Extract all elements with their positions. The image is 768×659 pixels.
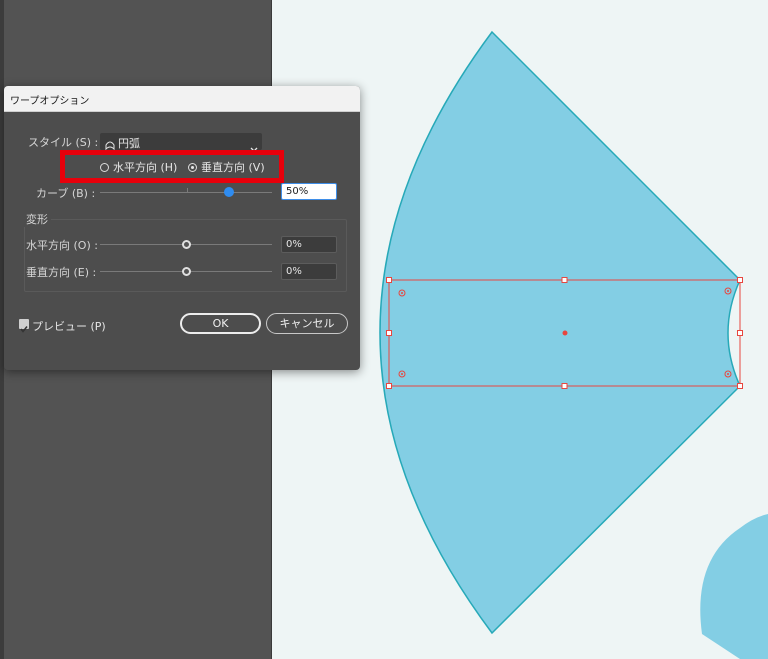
warp-options-dialog: ワープオプション スタイル (S) : 円弧 水平方向 (H) 垂直方向 (V)… bbox=[4, 86, 360, 370]
handle-top-left bbox=[386, 277, 392, 283]
checkmark-icon bbox=[20, 326, 28, 333]
bend-slider-track[interactable] bbox=[100, 192, 272, 193]
distortion-vertical-label: 垂直方向 (E) : bbox=[26, 266, 97, 279]
bend-slider-center-tick bbox=[187, 188, 188, 193]
handle-bottom-center bbox=[561, 383, 568, 389]
center-point bbox=[562, 330, 568, 336]
distortion-horizontal-input[interactable]: 0% bbox=[281, 236, 337, 253]
distortion-horizontal-label: 水平方向 (O) : bbox=[26, 239, 98, 252]
distortion-group bbox=[24, 219, 347, 292]
distortion-vertical-input[interactable]: 0% bbox=[281, 263, 337, 280]
handle-middle-left bbox=[386, 330, 392, 336]
ok-button[interactable]: OK bbox=[180, 313, 261, 334]
partial-circle-shape[interactable] bbox=[700, 514, 768, 659]
bend-value-input[interactable]: 50% bbox=[281, 183, 337, 200]
cancel-button[interactable]: キャンセル bbox=[266, 313, 348, 334]
preview-label: プレビュー (P) bbox=[32, 320, 106, 333]
warped-fan-shape[interactable] bbox=[379, 30, 741, 635]
dialog-title: ワープオプション bbox=[10, 96, 90, 107]
preview-checkbox[interactable] bbox=[19, 319, 29, 333]
distortion-vertical-knob[interactable] bbox=[181, 267, 191, 276]
bend-label: カーブ (B) : bbox=[36, 187, 96, 200]
style-dropdown[interactable]: 円弧 bbox=[100, 133, 262, 152]
handle-top-center bbox=[561, 277, 568, 283]
dialog-titlebar[interactable]: ワープオプション bbox=[4, 86, 360, 112]
handle-bottom-left bbox=[386, 383, 392, 389]
handle-middle-right bbox=[737, 330, 743, 336]
style-label: スタイル (S) : bbox=[28, 136, 99, 149]
handle-bottom-right bbox=[737, 383, 743, 389]
annotation-highlight-box bbox=[60, 150, 284, 183]
bend-slider-knob[interactable] bbox=[224, 187, 234, 197]
distortion-horizontal-knob[interactable] bbox=[181, 240, 191, 249]
style-dropdown-value: 円弧 bbox=[118, 137, 140, 150]
handle-top-right bbox=[737, 277, 743, 283]
distortion-group-label: 変形 bbox=[23, 211, 51, 227]
